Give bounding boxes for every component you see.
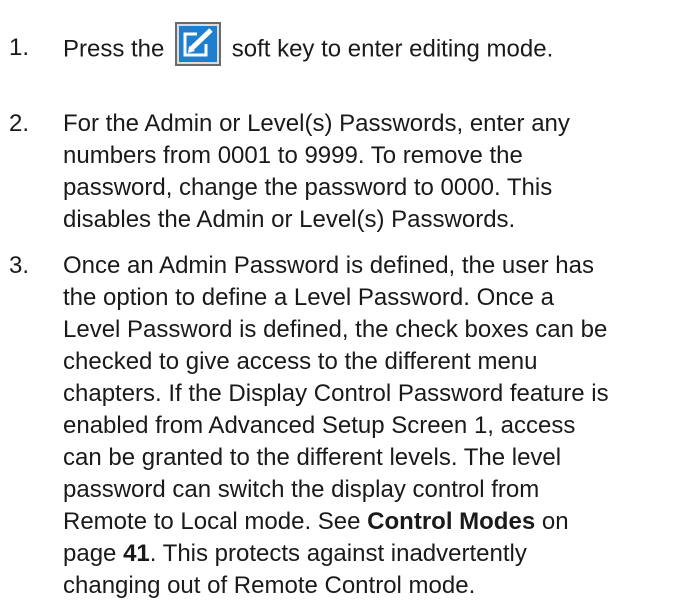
step-number: 2.	[9, 110, 30, 137]
text-line: the option to define a Level Password. O…	[63, 284, 554, 311]
text-line: Level Password is defined, the check box…	[63, 316, 608, 343]
step-number: 3.	[9, 252, 30, 279]
text-line: can be granted to the different levels. …	[63, 444, 562, 471]
text-line: chapters. If the Display Control Passwor…	[63, 380, 609, 407]
text-line: checked to give access to the different …	[63, 348, 538, 375]
text-line: changing out of Remote Control mode.	[63, 572, 476, 599]
text-line: enabled from Advanced Setup Screen 1, ac…	[63, 412, 576, 439]
text-line: Once an Admin Password is defined, the u…	[63, 252, 594, 279]
step-text: Press the soft key to enter editing mode…	[63, 22, 665, 68]
step-text-before-icon: Press the	[63, 35, 165, 63]
step-text-after-icon: soft key to enter editing mode.	[231, 35, 554, 63]
edit-softkey-icon	[175, 22, 222, 66]
step-text: For the Admin or Level(s) Passwords, ent…	[63, 108, 665, 236]
page-number-reference: 41	[123, 540, 150, 567]
text-line: password can switch the display control …	[63, 476, 540, 503]
text-line: password, change the password to 0000. T…	[63, 174, 553, 201]
text-line: numbers from 0001 to 9999. To remove the	[63, 142, 523, 169]
step-text: Once an Admin Password is defined, the u…	[63, 250, 665, 602]
text-line: page 41. This protects against inadverte…	[63, 540, 527, 567]
text-line: Remote to Local mode. See Control Modes …	[63, 508, 569, 535]
text-line: For the Admin or Level(s) Passwords, ent…	[63, 110, 570, 137]
text-line: disables the Admin or Level(s) Passwords…	[63, 206, 516, 233]
step-number: 1.	[9, 34, 30, 61]
instruction-document: 1. Press the soft key to enter editing m…	[0, 0, 675, 599]
control-modes-reference: Control Modes	[367, 508, 536, 535]
